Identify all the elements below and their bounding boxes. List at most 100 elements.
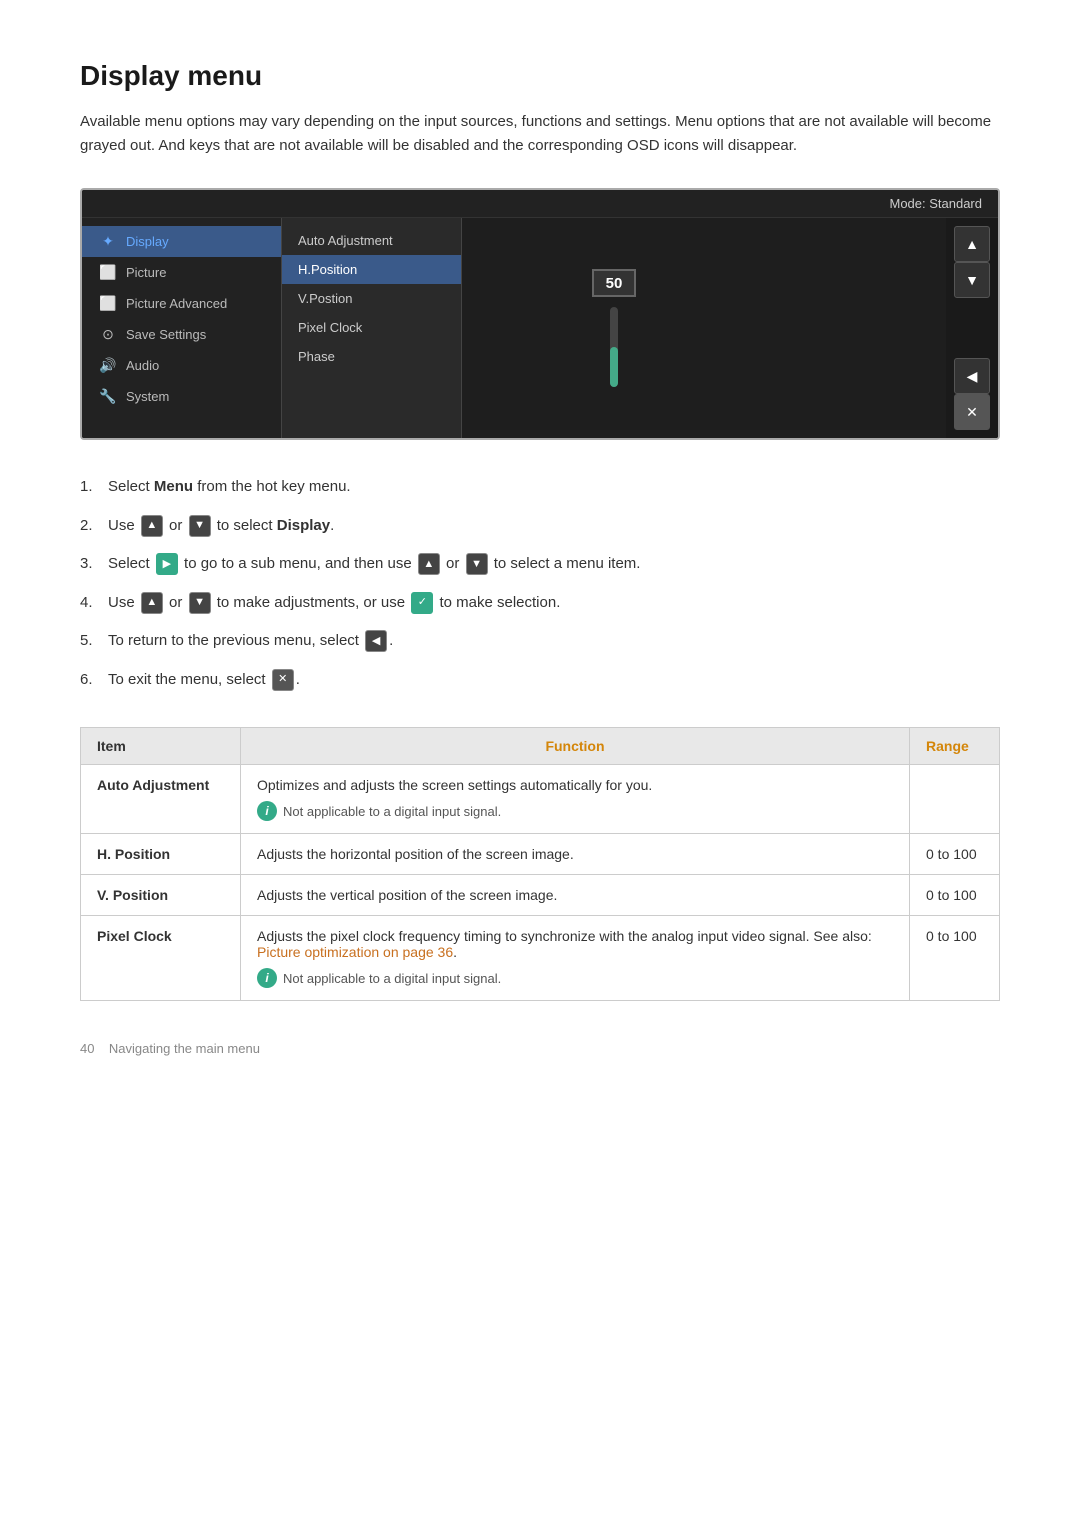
- osd-exit-button[interactable]: ✕: [954, 394, 990, 430]
- note-pixel-clock: i Not applicable to a digital input sign…: [257, 968, 893, 988]
- table-body: Auto Adjustment Optimizes and adjusts th…: [81, 765, 1000, 1001]
- osd-back-button[interactable]: ◀: [954, 358, 990, 394]
- instructions-list: 1. Select Menu from the hot key menu. 2.…: [80, 476, 1000, 691]
- range-pixel-clock: 0 to 100: [910, 916, 1000, 1001]
- osd-menu-column: Auto Adjustment H.Position V.Postion Pix…: [282, 218, 462, 438]
- osd-sidebar-system: 🔧 System: [82, 381, 281, 412]
- note-icon-2: i: [257, 968, 277, 988]
- footer-page-num: 40: [80, 1041, 94, 1056]
- function-pixel-clock-text: Adjusts the pixel clock frequency timing…: [257, 928, 872, 960]
- table-header: Item Function Range: [81, 728, 1000, 765]
- note-icon-1: i: [257, 801, 277, 821]
- col-function: Function: [241, 728, 910, 765]
- instruction-2: 2. Use ▲ or ▼ to select Display.: [80, 515, 1000, 538]
- picture-icon: ⬜: [98, 264, 118, 281]
- down-btn-inline-2: ▼: [466, 553, 488, 575]
- osd-buttons-column: ▲ ▼ ◀ ✕: [946, 218, 998, 438]
- instruction-1: 1. Select Menu from the hot key menu.: [80, 476, 1000, 499]
- instruction-5: 5. To return to the previous menu, selec…: [80, 630, 1000, 653]
- osd-screenshot: Mode: Standard ✦ Display ⬜ Picture ⬜ Pic…: [80, 188, 1000, 440]
- osd-menu-pixel-clock: Pixel Clock: [282, 313, 461, 342]
- function-auto-adjustment: Optimizes and adjusts the screen setting…: [241, 765, 910, 834]
- range-vposition: 0 to 100: [910, 875, 1000, 916]
- down-btn-inline: ▼: [189, 515, 211, 537]
- audio-icon: 🔊: [98, 357, 118, 374]
- function-hposition: Adjusts the horizontal position of the s…: [241, 834, 910, 875]
- instruction-6: 6. To exit the menu, select ✕.: [80, 669, 1000, 692]
- osd-menu-auto-adjustment: Auto Adjustment: [282, 226, 461, 255]
- table-row-hposition: H. Position Adjusts the horizontal posit…: [81, 834, 1000, 875]
- osd-sidebar: ✦ Display ⬜ Picture ⬜ Picture Advanced ⊙…: [82, 218, 282, 438]
- instruction-text-6: To exit the menu, select ✕.: [108, 669, 300, 692]
- function-hposition-text: Adjusts the horizontal position of the s…: [257, 846, 574, 862]
- note-auto-adjustment: i Not applicable to a digital input sign…: [257, 801, 893, 821]
- intro-paragraph: Available menu options may vary dependin…: [80, 110, 1000, 158]
- osd-sidebar-picture: ⬜ Picture: [82, 257, 281, 288]
- osd-sidebar-audio: 🔊 Audio: [82, 350, 281, 381]
- osd-slider-fill: [610, 347, 618, 387]
- osd-sidebar-audio-label: Audio: [126, 358, 159, 373]
- up-btn-inline: ▲: [141, 515, 163, 537]
- check-btn-inline: ✓: [411, 592, 433, 614]
- osd-slider-track: [610, 307, 618, 387]
- exit-btn-inline: ✕: [272, 669, 294, 691]
- item-hposition: H. Position: [81, 834, 241, 875]
- instruction-text-4: Use ▲ or ▼ to make adjustments, or use ✓…: [108, 592, 560, 615]
- page-footer: 40 Navigating the main menu: [80, 1041, 1000, 1056]
- osd-sidebar-picture-advanced: ⬜ Picture Advanced: [82, 288, 281, 319]
- range-auto-adjustment: [910, 765, 1000, 834]
- instruction-text-2: Use ▲ or ▼ to select Display.: [108, 515, 334, 538]
- osd-mode-bar: Mode: Standard: [82, 190, 998, 218]
- osd-sidebar-picture-advanced-label: Picture Advanced: [126, 296, 227, 311]
- down-btn-inline-3: ▼: [189, 592, 211, 614]
- instruction-num-2: 2.: [80, 515, 108, 538]
- osd-value-column: 50: [462, 218, 766, 438]
- instruction-num-5: 5.: [80, 630, 108, 653]
- instruction-num-6: 6.: [80, 669, 108, 692]
- picture-advanced-icon: ⬜: [98, 295, 118, 312]
- note-text-2: Not applicable to a digital input signal…: [283, 971, 501, 986]
- osd-sidebar-picture-label: Picture: [126, 265, 166, 280]
- instruction-num-4: 4.: [80, 592, 108, 615]
- osd-sidebar-save-settings-label: Save Settings: [126, 327, 206, 342]
- instruction-num-3: 3.: [80, 553, 108, 576]
- right-btn-inline: ▶: [156, 553, 178, 575]
- instruction-num-1: 1.: [80, 476, 108, 499]
- item-vposition: V. Position: [81, 875, 241, 916]
- table-row-auto-adjustment: Auto Adjustment Optimizes and adjusts th…: [81, 765, 1000, 834]
- function-pixel-clock: Adjusts the pixel clock frequency timing…: [241, 916, 910, 1001]
- page-title: Display menu: [80, 60, 1000, 92]
- info-table: Item Function Range Auto Adjustment Opti…: [80, 727, 1000, 1001]
- osd-sidebar-display-label: Display: [126, 234, 169, 249]
- function-vposition-text: Adjusts the vertical position of the scr…: [257, 887, 557, 903]
- col-item: Item: [81, 728, 241, 765]
- instruction-4: 4. Use ▲ or ▼ to make adjustments, or us…: [80, 592, 1000, 615]
- save-settings-icon: ⊙: [98, 326, 118, 343]
- table-row-vposition: V. Position Adjusts the vertical positio…: [81, 875, 1000, 916]
- osd-menu-vposition: V.Postion: [282, 284, 461, 313]
- footer-nav-text: Navigating the main menu: [109, 1041, 260, 1056]
- col-range: Range: [910, 728, 1000, 765]
- item-auto-adjustment: Auto Adjustment: [81, 765, 241, 834]
- osd-up-button[interactable]: ▲: [954, 226, 990, 262]
- up-btn-inline-3: ▲: [141, 592, 163, 614]
- osd-empty-col: [766, 218, 946, 438]
- up-btn-inline-2: ▲: [418, 553, 440, 575]
- osd-menu-hposition: H.Position: [282, 255, 461, 284]
- osd-sidebar-display: ✦ Display: [82, 226, 281, 257]
- instruction-text-1: Select Menu from the hot key menu.: [108, 476, 351, 499]
- table-row-pixel-clock: Pixel Clock Adjusts the pixel clock freq…: [81, 916, 1000, 1001]
- instruction-text-5: To return to the previous menu, select ◀…: [108, 630, 393, 653]
- display-icon: ✦: [98, 233, 118, 250]
- function-vposition: Adjusts the vertical position of the scr…: [241, 875, 910, 916]
- picture-optimization-link[interactable]: Picture optimization on page 36: [257, 944, 453, 960]
- function-auto-adjustment-text: Optimizes and adjusts the screen setting…: [257, 777, 652, 793]
- system-icon: 🔧: [98, 388, 118, 405]
- back-btn-inline: ◀: [365, 630, 387, 652]
- osd-sidebar-system-label: System: [126, 389, 169, 404]
- osd-down-button[interactable]: ▼: [954, 262, 990, 298]
- range-hposition: 0 to 100: [910, 834, 1000, 875]
- instruction-text-3: Select ▶ to go to a sub menu, and then u…: [108, 553, 640, 576]
- item-pixel-clock: Pixel Clock: [81, 916, 241, 1001]
- note-text-1: Not applicable to a digital input signal…: [283, 804, 501, 819]
